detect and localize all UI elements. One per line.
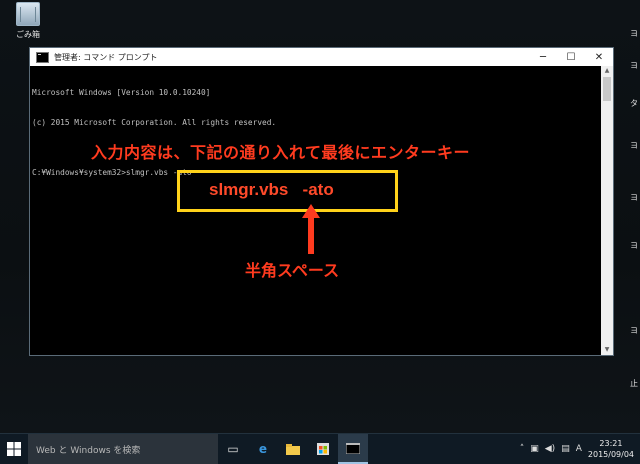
- desktop: ごみ箱 ヨ ヨ タ ヨ ヨ ヨ ヨ 止 管理者: コマンド プロンプト ─ ☐ …: [0, 0, 640, 433]
- desktop-icon-label[interactable]: ヨ: [616, 240, 638, 251]
- scroll-down-icon[interactable]: ▼: [601, 345, 613, 355]
- window-title: 管理者: コマンド プロンプト: [54, 52, 158, 62]
- desktop-icon-label[interactable]: ヨ: [616, 60, 638, 71]
- volume-icon[interactable]: ◀): [545, 444, 555, 454]
- up-arrow-icon: [302, 204, 320, 254]
- scroll-up-icon[interactable]: ▲: [601, 66, 613, 76]
- network-icon[interactable]: ▣: [530, 444, 539, 454]
- language-indicator[interactable]: A: [576, 444, 582, 454]
- recycle-bin-label: ごみ箱: [16, 30, 40, 39]
- console-line: (c) 2015 Microsoft Corporation. All righ…: [32, 118, 277, 127]
- scrollbar-thumb[interactable]: [603, 77, 611, 101]
- notification-icon[interactable]: ▤: [561, 444, 570, 454]
- desktop-right-icons: ヨ ヨ タ ヨ ヨ ヨ ヨ 止: [616, 0, 640, 433]
- file-explorer-icon[interactable]: [278, 434, 308, 464]
- desktop-icon-label[interactable]: ヨ: [616, 192, 638, 203]
- space-annotation: 半角スペース: [245, 261, 340, 280]
- desktop-icon-label[interactable]: ヨ: [616, 325, 638, 336]
- desktop-icon-label[interactable]: 止: [616, 378, 638, 389]
- minimize-button[interactable]: ─: [529, 48, 557, 66]
- command-annotation: slmgr.vbs -ato: [209, 180, 334, 199]
- system-tray: ˄ ▣ ◀) ▤ A 23:21 2015/09/04: [520, 434, 634, 464]
- window-titlebar[interactable]: 管理者: コマンド プロンプト ─ ☐ ✕: [30, 48, 613, 66]
- vertical-scrollbar[interactable]: ▲ ▼: [601, 66, 613, 355]
- cmd-icon: [36, 51, 49, 63]
- desktop-icon-label[interactable]: ヨ: [616, 28, 638, 39]
- close-button[interactable]: ✕: [585, 48, 613, 66]
- desktop-icon-label[interactable]: タ: [616, 98, 638, 109]
- desktop-icon-label[interactable]: ヨ: [616, 140, 638, 151]
- recycle-bin-icon: [16, 2, 40, 26]
- instruction-annotation: 入力内容は、下記の通り入れて最後にエンターキー: [91, 143, 471, 162]
- store-icon[interactable]: [308, 434, 338, 464]
- taskbar: Web と Windows を検索 ▭ e ˄ ▣ ◀) ▤ A 23:21 2…: [0, 433, 640, 464]
- clock-time: 23:21: [599, 439, 623, 448]
- maximize-button[interactable]: ☐: [557, 48, 585, 66]
- chevron-up-icon[interactable]: ˄: [520, 444, 525, 454]
- recycle-bin[interactable]: ごみ箱: [8, 2, 48, 46]
- console-line: Microsoft Windows [Version 10.0.10240]: [32, 88, 211, 97]
- start-button[interactable]: [0, 434, 28, 464]
- taskbar-search-box[interactable]: Web と Windows を検索: [28, 434, 218, 464]
- clock[interactable]: 23:21 2015/09/04: [588, 438, 634, 460]
- clock-date: 2015/09/04: [587, 450, 634, 459]
- cmd-taskbar-icon[interactable]: [338, 434, 368, 464]
- edge-browser-icon[interactable]: e: [248, 434, 278, 464]
- task-view-icon[interactable]: ▭: [218, 434, 248, 464]
- search-placeholder: Web と Windows を検索: [36, 445, 141, 456]
- windows-logo-icon: [7, 442, 21, 456]
